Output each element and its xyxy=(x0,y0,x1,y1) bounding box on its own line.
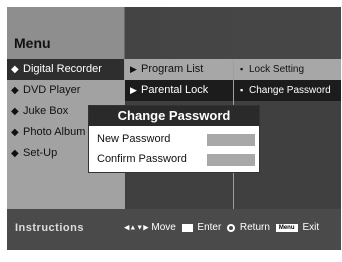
instructions-bar: Instructions ◀▲▼▶ Move Enter Return Menu… xyxy=(7,209,341,250)
menu-item-label: Photo Album xyxy=(23,126,86,138)
diamond-bullet-icon: ◆ xyxy=(11,106,19,117)
change-password-dialog: Change Password New Password Confirm Pas… xyxy=(88,105,260,173)
exit-hint: Exit xyxy=(302,222,320,233)
diamond-bullet-icon: ◆ xyxy=(11,148,19,159)
option-change-password[interactable]: ▪ Change Password xyxy=(234,80,341,101)
menu-item-label: Set-Up xyxy=(23,147,58,159)
enter-key-icon xyxy=(181,223,193,232)
instructions-hints: ◀▲▼▶ Move Enter Return Menu Exit xyxy=(124,222,319,233)
menu-item-dvd-player[interactable]: ◆ DVD Player xyxy=(7,80,124,101)
return-hint: Return xyxy=(239,222,270,233)
confirm-password-input[interactable] xyxy=(207,154,255,166)
menu-item-digital-recorder[interactable]: ◆ Digital Recorder xyxy=(7,59,124,80)
enter-hint: Enter xyxy=(197,222,222,233)
menu-item-label: DVD Player xyxy=(23,84,81,96)
confirm-password-label: Confirm Password xyxy=(97,153,187,165)
instructions-label: Instructions xyxy=(15,222,84,234)
dvd-menu-screen: Menu ◆ Digital Recorder ◆ DVD Player ◆ J… xyxy=(0,0,342,262)
menu-header: Menu xyxy=(7,7,341,59)
move-arrows-icon: ◀▲▼▶ xyxy=(124,224,149,232)
new-password-input[interactable] xyxy=(207,134,255,146)
submenu-item-parental-lock[interactable]: ▶ Parental Lock xyxy=(125,80,233,101)
square-bullet-icon: ▪ xyxy=(240,85,244,95)
diamond-bullet-icon: ◆ xyxy=(11,127,19,138)
move-hint: Move xyxy=(151,222,176,233)
menu-title: Menu xyxy=(14,35,51,51)
arrow-right-icon: ▶ xyxy=(130,85,137,95)
submenu-item-label: Parental Lock xyxy=(141,84,209,96)
diamond-bullet-icon: ◆ xyxy=(11,85,19,96)
menu-item-label: Digital Recorder xyxy=(23,63,102,75)
return-icon xyxy=(227,223,236,232)
menu-key-icon: Menu xyxy=(275,223,298,232)
arrow-right-icon: ▶ xyxy=(130,64,137,74)
option-label: Lock Setting xyxy=(249,64,305,75)
submenu-item-program-list[interactable]: ▶ Program List xyxy=(125,59,233,80)
option-lock-setting[interactable]: ▪ Lock Setting xyxy=(234,59,341,80)
diamond-bullet-icon: ◆ xyxy=(11,64,19,75)
menu-item-label: Juke Box xyxy=(23,105,69,117)
option-label: Change Password xyxy=(249,85,331,96)
square-bullet-icon: ▪ xyxy=(240,64,244,74)
dialog-title: Change Password xyxy=(89,106,259,126)
submenu-item-label: Program List xyxy=(141,63,204,75)
new-password-label: New Password xyxy=(97,133,171,145)
